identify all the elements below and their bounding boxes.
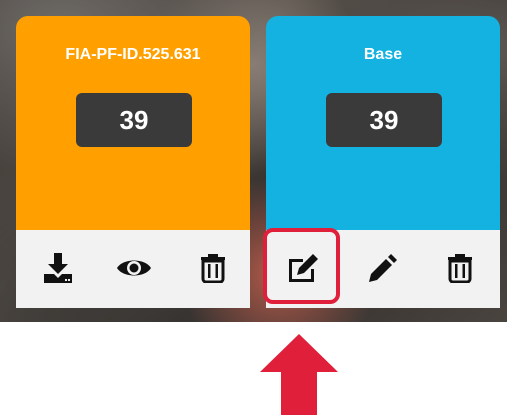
card-actions <box>16 230 250 308</box>
highlight-box <box>263 228 340 304</box>
pencil-icon <box>367 252 399 284</box>
card-fia-pf: FIA-PF-ID.525.631 39 <box>16 16 250 308</box>
view-button[interactable] <box>114 248 154 288</box>
download-button[interactable] <box>38 248 78 288</box>
trash-icon <box>447 253 473 283</box>
delete-button[interactable] <box>193 248 233 288</box>
card-title: FIA-PF-ID.525.631 <box>65 46 201 63</box>
screenshot-stage: FIA-PF-ID.525.631 39 Base 39 <box>0 0 507 415</box>
card-header: FIA-PF-ID.525.631 39 <box>16 16 250 230</box>
rename-button[interactable] <box>363 248 403 288</box>
up-arrow-annotation <box>259 334 339 415</box>
delete-button[interactable] <box>440 248 480 288</box>
card-header: Base 39 <box>266 16 500 230</box>
card-count: 39 <box>326 93 442 147</box>
card-title: Base <box>363 46 403 63</box>
download-icon <box>41 251 75 285</box>
card-count: 39 <box>76 93 192 147</box>
eye-icon <box>116 256 152 280</box>
trash-icon <box>200 253 226 283</box>
